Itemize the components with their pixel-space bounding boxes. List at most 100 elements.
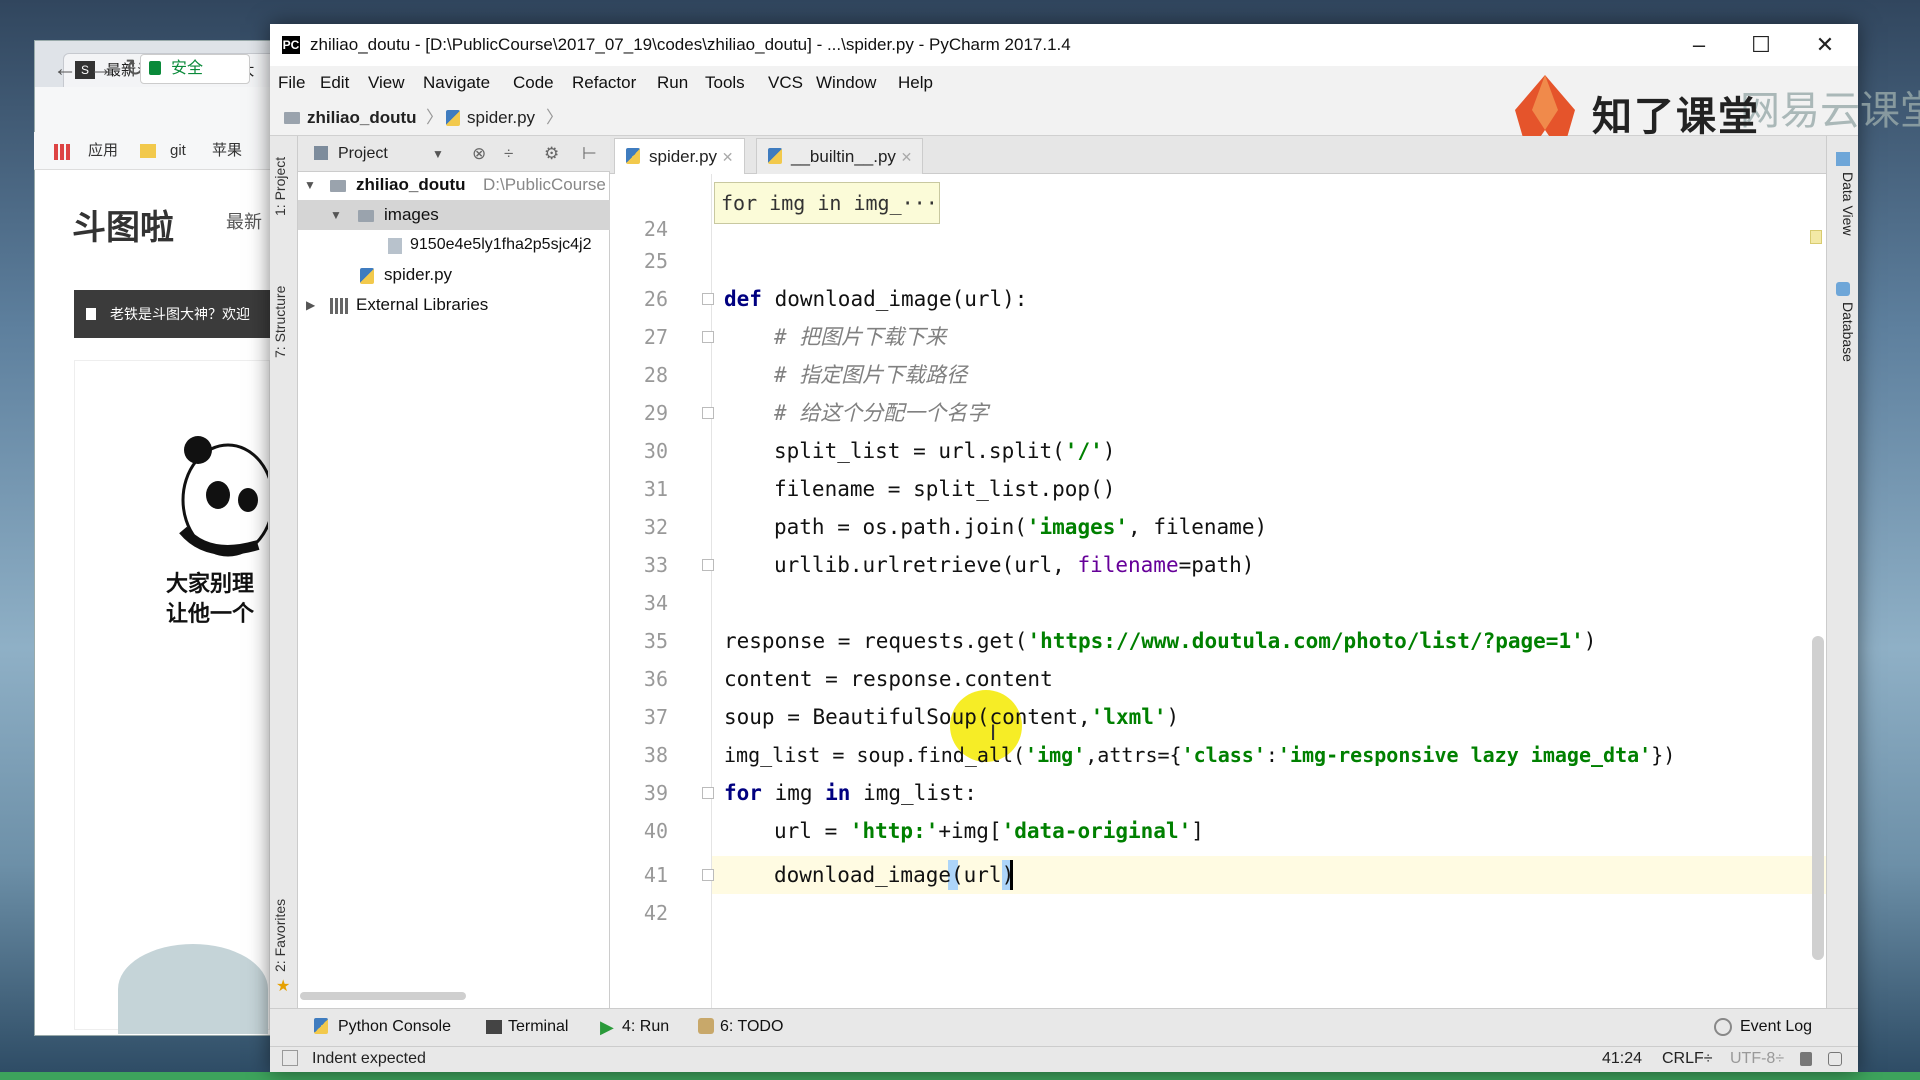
line-number: 28 [643, 363, 668, 387]
menu-view[interactable]: View [368, 66, 405, 100]
tree-file-image[interactable]: 9150e4e5ly1fha2p5sjc4j2 [410, 230, 610, 260]
terminal-button[interactable]: Terminal [508, 1008, 568, 1046]
menu-vcs[interactable]: VCS [768, 66, 803, 100]
horizontal-scrollbar[interactable] [300, 992, 466, 1000]
line-number: 37 [643, 705, 668, 729]
project-tool-tab[interactable]: 1: Project [272, 146, 296, 226]
menu-window[interactable]: Window [816, 66, 876, 100]
site-logo[interactable]: 斗图啦 [72, 200, 174, 249]
terminal-icon [486, 1020, 502, 1034]
menu-tools[interactable]: Tools [705, 66, 745, 100]
bookmark-apple[interactable]: 苹果 [212, 140, 272, 162]
watermark-brand-text: 知了课堂 [1592, 95, 1760, 139]
secure-label: 安全 [171, 60, 204, 77]
expand-arrow-icon[interactable]: ▼ [330, 200, 342, 230]
vertical-scrollbar[interactable] [1812, 636, 1824, 960]
meme-thumbnail [118, 944, 268, 1034]
event-log-button[interactable]: Event Log [1740, 1008, 1812, 1046]
fold-marker-icon[interactable] [702, 869, 714, 881]
site-nav-latest[interactable]: 最新 [226, 208, 262, 234]
menu-refactor[interactable]: Refactor [572, 66, 636, 100]
menu-run[interactable]: Run [657, 66, 688, 100]
inspector-icon[interactable] [1828, 1052, 1842, 1066]
meme-caption-line1: 大家别理 [166, 571, 255, 596]
tree-selection-highlight [298, 200, 610, 230]
text-cursor [1010, 860, 1013, 890]
encoding-selector[interactable]: UTF-8÷ [1730, 1046, 1784, 1072]
todo-button[interactable]: 6: TODO [720, 1008, 783, 1046]
fold-marker-icon[interactable] [702, 407, 714, 419]
python-console-icon [314, 1018, 328, 1034]
collapse-icon[interactable]: ÷ [504, 136, 513, 172]
tree-file-spider[interactable]: spider.py [384, 260, 452, 290]
project-view-selector[interactable]: Project [338, 136, 388, 172]
announcement-bar: 老铁是斗图大神？欢迎 [74, 290, 270, 338]
line-number: 42 [643, 901, 668, 925]
tab-label: __builtin__.py [791, 147, 896, 166]
close-tab-icon[interactable]: ✕ [901, 149, 913, 165]
expand-arrow-icon[interactable]: ▶ [306, 290, 315, 320]
structure-tool-tab[interactable]: 7: Structure [272, 272, 296, 372]
breadcrumb-project[interactable]: zhiliao_doutu [307, 100, 417, 136]
address-bar[interactable]: 安全 [140, 54, 250, 84]
breadcrumb-separator: 〉 [546, 108, 563, 127]
tab-label: spider.py [649, 147, 718, 166]
forward-icon[interactable]: → [86, 54, 116, 84]
minimize-button[interactable]: – [1668, 24, 1730, 66]
bookmark-git[interactable]: git [170, 140, 186, 162]
meme-caption-line2: 让他一个 [166, 601, 255, 626]
line-number: 32 [643, 515, 668, 539]
announcement-text: 老铁是斗图大神？欢迎 [110, 306, 250, 322]
fold-marker-icon[interactable] [702, 559, 714, 571]
mouse-ibeam-icon: I [990, 720, 997, 745]
fold-marker-icon[interactable] [702, 787, 714, 799]
close-button[interactable]: ✕ [1794, 24, 1856, 66]
code-line-28: # 指定图片下载路径 [774, 363, 968, 387]
lock-icon[interactable] [1800, 1052, 1812, 1066]
menu-navigate[interactable]: Navigate [423, 66, 490, 100]
line-number: 34 [643, 591, 668, 615]
database-tool-tab[interactable]: Database [1830, 302, 1856, 392]
fold-marker-icon[interactable] [702, 293, 714, 305]
code-line-27: # 把图片下载下来 [774, 325, 947, 349]
caret-position[interactable]: 41:24 [1602, 1046, 1642, 1072]
code-line-30: split_list = url.split('/') [774, 439, 1116, 463]
menu-code[interactable]: Code [513, 66, 554, 100]
line-number: 26 [643, 287, 668, 311]
menu-file[interactable]: File [278, 66, 305, 100]
todo-icon [698, 1018, 714, 1034]
taskbar-edge [0, 1072, 1920, 1080]
speaker-icon [86, 308, 96, 320]
line-separator-selector[interactable]: CRLF÷ [1662, 1046, 1713, 1072]
tree-external-libraries[interactable]: External Libraries [356, 290, 488, 320]
python-file-icon [768, 148, 782, 164]
tree-root[interactable]: zhiliao_doutu [356, 170, 466, 200]
dataview-icon [1836, 152, 1850, 166]
toolwindow-toggle-icon[interactable] [282, 1050, 298, 1066]
breadcrumb-file[interactable]: spider.py [467, 100, 535, 136]
data-view-tool-tab[interactable]: Data View [1830, 172, 1856, 262]
watermark-faded-text: 网易云课堂 [1740, 89, 1920, 133]
menu-help[interactable]: Help [898, 66, 933, 100]
bookmark-apps[interactable]: 应用 [88, 140, 118, 162]
hide-panel-icon[interactable]: ⊢ [582, 136, 597, 172]
run-icon: ▶ [600, 1017, 614, 1037]
python-console-button[interactable]: Python Console [338, 1008, 451, 1046]
gear-icon[interactable]: ⚙ [544, 136, 559, 172]
tree-folder-images[interactable]: images [384, 200, 439, 230]
run-button[interactable]: 4: Run [622, 1008, 669, 1046]
line-number: 31 [643, 477, 668, 501]
close-tab-icon[interactable]: ✕ [722, 149, 734, 165]
favorites-tool-tab[interactable]: 2: Favorites [272, 880, 296, 990]
project-panel [298, 136, 610, 1021]
expand-arrow-icon[interactable]: ▼ [304, 170, 316, 200]
tree-root-path: D:\PublicCourse [483, 175, 606, 194]
chevron-down-icon[interactable]: ▼ [432, 136, 444, 172]
sync-icon[interactable]: ⊗ [472, 136, 486, 172]
maximize-button[interactable]: ☐ [1730, 24, 1792, 66]
fold-marker-icon[interactable] [702, 331, 714, 343]
back-icon[interactable]: ← [50, 54, 80, 84]
scope-breadcrumb-popup: for img in img_··· [714, 182, 940, 224]
breadcrumb-separator: 〉 [426, 108, 443, 127]
menu-edit[interactable]: Edit [320, 66, 349, 100]
